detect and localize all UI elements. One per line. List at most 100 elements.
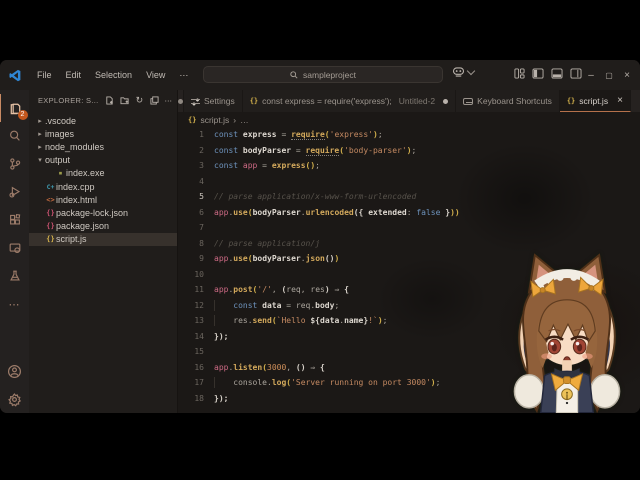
vscode-window: FileEditSelectionView⋯ ← → sampleproject bbox=[0, 60, 640, 413]
menu-selection[interactable]: Selection bbox=[88, 70, 139, 80]
code-line-7[interactable]: 7 bbox=[178, 220, 640, 236]
command-center-search[interactable]: sampleproject bbox=[203, 66, 443, 83]
tree-item--vscode[interactable]: ▸ .vscode bbox=[29, 114, 177, 127]
tree-item-index-exe[interactable]: ▪ index.exe bbox=[29, 167, 177, 180]
extensions-icon bbox=[9, 213, 20, 225]
menu-more[interactable]: ⋯ bbox=[172, 70, 195, 80]
keyboard-icon bbox=[463, 97, 474, 105]
anime-catgirl-sticker bbox=[494, 247, 640, 413]
toggle-panel-icon[interactable] bbox=[551, 68, 563, 79]
activity-explorer[interactable]: 2 bbox=[0, 94, 30, 122]
tab-label: script.js bbox=[579, 95, 609, 106]
tab-bar-more-button[interactable]: ⋯ bbox=[631, 90, 640, 112]
tree-item-label: output bbox=[45, 155, 71, 166]
modified-dot-icon[interactable] bbox=[443, 98, 449, 104]
code-text: }); bbox=[214, 393, 229, 403]
menu-edit[interactable]: Edit bbox=[59, 70, 89, 80]
close-tab-icon[interactable]: × bbox=[617, 95, 623, 106]
line-number: 18 bbox=[194, 393, 204, 403]
line-number: 4 bbox=[199, 176, 204, 186]
search-icon bbox=[9, 130, 20, 141]
tab-untitled-2[interactable]: {} const express = require('express'); Unt… bbox=[242, 90, 457, 112]
tree-item-label: script.js bbox=[56, 234, 87, 245]
tree-item-index-html[interactable]: <> index.html bbox=[29, 193, 177, 206]
tree-item-label: index.cpp bbox=[56, 181, 95, 192]
code-text: const data = req.body; bbox=[214, 299, 339, 311]
restore-button[interactable]: ▢ bbox=[600, 71, 618, 80]
toggle-primary-sidebar-icon[interactable] bbox=[532, 68, 544, 79]
activity-account[interactable] bbox=[0, 357, 29, 385]
screenshot: FileEditSelectionView⋯ ← → sampleproject bbox=[0, 0, 640, 480]
tab-script-js[interactable]: {} script.js × bbox=[559, 90, 631, 112]
line-number: 9 bbox=[199, 254, 204, 264]
code-line-4[interactable]: 4 bbox=[178, 174, 640, 190]
tab-bar: Settings {} const express = require('expre… bbox=[178, 90, 640, 112]
account-icon bbox=[7, 364, 22, 378]
tree-item-package-lock-json[interactable]: {} package-lock.json bbox=[29, 206, 177, 219]
activity-run-debug[interactable] bbox=[0, 178, 29, 206]
cpp-file-icon: C+ bbox=[46, 182, 55, 191]
tab-sublabel: Untitled-2 bbox=[398, 96, 436, 106]
code-line-2[interactable]: 2 const bodyParser = require('body-parser… bbox=[178, 143, 640, 159]
activity-remote-preview[interactable] bbox=[0, 234, 29, 262]
activity-search[interactable] bbox=[0, 122, 29, 150]
tab-keyboard-shortcuts[interactable]: Keyboard Shortcuts bbox=[456, 90, 560, 112]
tree-item-images[interactable]: ▸ images bbox=[29, 127, 177, 140]
explorer-more-icon[interactable]: ⋯ bbox=[165, 96, 174, 105]
run-debug-icon bbox=[8, 186, 20, 198]
menu-file[interactable]: File bbox=[30, 70, 59, 80]
activity-extensions[interactable] bbox=[0, 206, 29, 234]
tree-item-script-js[interactable]: {} script.js bbox=[29, 232, 177, 246]
code-text: const app = express(); bbox=[214, 161, 320, 171]
line-number: 2 bbox=[199, 145, 204, 155]
tree-item-index-cpp[interactable]: C+ index.cpp bbox=[29, 180, 177, 193]
close-window-button[interactable]: × bbox=[618, 70, 636, 81]
explorer-header-title: EXPLORER: S... bbox=[38, 95, 99, 105]
activity-settings[interactable] bbox=[0, 385, 29, 413]
beaker-icon bbox=[9, 270, 20, 281]
tab-label: Keyboard Shortcuts bbox=[477, 96, 552, 106]
vscode-logo-icon bbox=[9, 69, 21, 81]
code-line-3[interactable]: 3 const app = express(); bbox=[178, 158, 640, 174]
html-file-icon: <> bbox=[46, 195, 55, 204]
new-file-icon[interactable] bbox=[105, 95, 114, 105]
line-number: 10 bbox=[194, 269, 204, 279]
gear-icon bbox=[8, 392, 21, 407]
new-folder-icon[interactable] bbox=[120, 96, 130, 105]
tab-settings[interactable]: Settings bbox=[184, 90, 243, 112]
tab-label: Settings bbox=[204, 96, 235, 106]
collapse-folders-icon[interactable] bbox=[149, 95, 159, 105]
line-number: 3 bbox=[199, 161, 204, 171]
menu-view[interactable]: View bbox=[139, 70, 172, 80]
tree-item-node-modules[interactable]: ▸ node_modules bbox=[29, 140, 177, 153]
code-line-1[interactable]: 1 const express = require('express'); bbox=[178, 127, 640, 143]
activity-more[interactable]: ⋯ bbox=[0, 290, 29, 318]
customize-layout-icon[interactable] bbox=[514, 68, 525, 79]
chevron-down-icon bbox=[466, 66, 476, 76]
activity-testing[interactable] bbox=[0, 262, 29, 290]
breadcrumb-file[interactable]: script.js bbox=[200, 115, 229, 125]
line-number: 11 bbox=[194, 285, 204, 295]
line-number: 5 bbox=[199, 192, 204, 202]
activity-source-control[interactable] bbox=[0, 150, 29, 178]
search-text: sampleproject bbox=[303, 69, 356, 80]
code-line-6[interactable]: 6 app.use(bodyParser.urlencoded({ extende… bbox=[178, 205, 640, 221]
line-number: 1 bbox=[199, 130, 204, 140]
chevron-right-icon: ▸ bbox=[38, 130, 42, 138]
breadcrumb[interactable]: {} script.js › … bbox=[178, 112, 640, 127]
tree-item-package-json[interactable]: {} package.json bbox=[29, 220, 177, 233]
breadcrumb-more[interactable]: … bbox=[240, 115, 249, 125]
toggle-secondary-sidebar-icon[interactable] bbox=[570, 68, 582, 79]
refresh-icon[interactable]: ↻ bbox=[136, 95, 144, 106]
code-text: const bodyParser = require('body-parser'… bbox=[214, 145, 417, 156]
line-number: 7 bbox=[199, 223, 204, 233]
code-text: }); bbox=[214, 331, 229, 341]
monitor-icon bbox=[9, 243, 20, 254]
tree-item-output[interactable]: ▾ output bbox=[29, 154, 177, 167]
copilot-button[interactable] bbox=[452, 66, 476, 77]
code-text: console.log('Server running on port 3000… bbox=[214, 377, 440, 389]
minimize-button[interactable]: – bbox=[582, 70, 600, 81]
code-line-5[interactable]: 5 // parse application/x-www-form-urlenco… bbox=[178, 189, 640, 205]
code-text: const express = require('express'); bbox=[214, 130, 383, 141]
code-text: // parse application/x-www-form-urlencod… bbox=[214, 192, 417, 202]
